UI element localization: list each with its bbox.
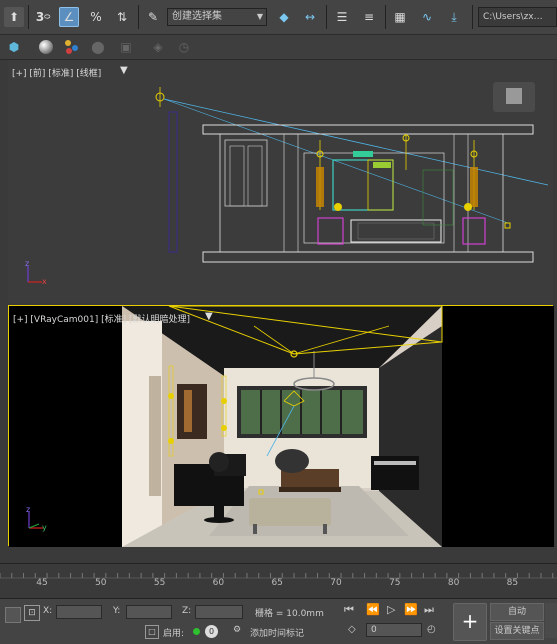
front-wireframe-drawing	[27, 82, 549, 283]
go-to-end-icon[interactable]: ⏭	[424, 603, 434, 617]
render-production-icon[interactable]: ▣	[116, 37, 136, 57]
add-time-tag-label[interactable]: 添加时间标记	[250, 626, 304, 639]
y-label: Y:	[113, 606, 121, 616]
curve-editor-icon[interactable]: ∿	[417, 7, 437, 27]
status-bar: ⊡ X: Y: Z: 栅格 = 10.0mm ⏮ ⏪ ▷ ⏩ ⏭ + 自动 设置…	[0, 598, 557, 644]
key-mode-icon[interactable]: ◇	[348, 624, 356, 635]
axis-y-label: y	[42, 523, 47, 532]
render-iterative-icon[interactable]: ◈	[148, 37, 168, 57]
time-slider[interactable]: 45 50 55 60 65 70 75 80 85	[0, 563, 557, 598]
enable-status-dot	[193, 628, 200, 635]
timeline-tick-label: 45	[36, 578, 48, 588]
project-path-text: C:\Users\zx…	[483, 12, 543, 22]
x-label: X:	[43, 606, 53, 616]
filter-icon[interactable]: ▼	[205, 311, 213, 322]
align-icon[interactable]: ↔	[300, 7, 320, 27]
enable-toggle[interactable]: 0	[205, 625, 218, 638]
selection-set-value: 创建选择集	[172, 11, 222, 22]
playback-controls: ⏮ ⏪ ▷ ⏩ ⏭	[344, 603, 444, 619]
z-coordinate-field[interactable]	[195, 605, 243, 619]
key-filter-stub[interactable]	[545, 603, 557, 638]
status-icon[interactable]	[5, 607, 21, 623]
mirror-icon[interactable]: ◆	[274, 7, 294, 27]
snap-3d-icon[interactable]: 3 ⬭	[33, 7, 53, 27]
timeline-tick-label: 80	[447, 578, 460, 588]
auto-key-label: 自动	[507, 607, 526, 617]
set-key-label: 设置关键点	[494, 626, 540, 636]
selection-set-dropdown[interactable]: 创建选择集 ▼	[167, 8, 267, 26]
timeline-tick-label: 85	[506, 578, 519, 588]
timeline-tick-label: 50	[95, 578, 107, 588]
render-active-icon[interactable]: ◷	[174, 37, 194, 57]
sphere-icon	[39, 40, 53, 54]
toggle-ribbon-icon[interactable]: ▦	[390, 7, 410, 27]
edit-named-sets-icon[interactable]: ✎	[143, 7, 163, 27]
add-key-button[interactable]: +	[453, 603, 487, 641]
render-setup-icon[interactable]	[62, 37, 82, 57]
percent-snap-icon[interactable]: %	[86, 7, 106, 27]
project-path-field[interactable]: C:\Users\zx…	[478, 7, 557, 27]
timeline-tick-label: 70	[330, 578, 342, 588]
camera-viewport[interactable]: [+] [VRayCam001] [标准] [默认明暗处理] ▼ z y	[8, 305, 554, 547]
schematic-view-icon[interactable]: ⤓	[444, 7, 464, 27]
axis-z-label: z	[26, 505, 31, 514]
auto-key-button[interactable]: 自动	[490, 603, 544, 621]
layer-explorer-icon[interactable]: ≡	[359, 7, 379, 27]
chevron-down-icon: ▼	[256, 12, 263, 21]
next-frame-icon[interactable]: ⏩	[404, 603, 418, 616]
enable-label: 启用:	[163, 629, 185, 639]
cube-icon[interactable]: ⬢	[4, 37, 24, 57]
time-config-icon[interactable]: ◴	[427, 624, 436, 635]
main-toolbar: ⬆ 3 ⬭ ∠ % ⇅ ✎ 创建选择集 ▼ ◆ ↔ ☰ ≡ ▦ ∿ ⤓ C:\Us…	[0, 0, 557, 35]
render-frame-icon[interactable]: ⬤	[88, 37, 108, 57]
timeline-tick-label: 60	[212, 578, 225, 588]
y-coordinate-field[interactable]	[126, 605, 172, 619]
lock-icon[interactable]: □	[145, 625, 159, 639]
front-viewport[interactable]: [+] [前] [标准] [线框] ▼ z x	[8, 60, 553, 302]
x-coordinate-field[interactable]	[56, 605, 102, 619]
timeline-tick-label: 65	[271, 578, 283, 588]
axis-z-label: z	[25, 259, 30, 268]
spinner-snap-icon[interactable]: ⇅	[112, 7, 132, 27]
camera-viewport-label[interactable]: [+] [VRayCam001] [标准] [默认明暗处理]	[13, 312, 190, 325]
current-frame-field[interactable]: 0	[366, 623, 422, 637]
secondary-toolbar: ⬢ ⬤ ▣ ◈ ◷	[0, 35, 557, 60]
angle-snap-icon[interactable]: ∠	[59, 7, 79, 27]
go-to-start-icon[interactable]: ⏮	[344, 603, 354, 617]
material-editor-icon[interactable]	[36, 37, 56, 57]
set-key-button[interactable]: 设置关键点	[490, 622, 544, 640]
timeline-tick-label: 75	[389, 578, 401, 588]
select-link-icon[interactable]: ⬆	[4, 7, 24, 27]
scene-explorer-icon[interactable]: ☰	[332, 7, 352, 27]
previous-frame-icon[interactable]: ⏪	[366, 603, 380, 616]
camera-render	[9, 306, 554, 547]
play-icon[interactable]: ▷	[387, 603, 395, 616]
absolute-mode-icon[interactable]: ⊡	[24, 605, 40, 621]
time-tag-icon[interactable]: ⚙	[233, 625, 241, 635]
axis-x-label: x	[42, 277, 47, 286]
current-frame-value: 0	[371, 625, 377, 635]
timeline-tick-label: 55	[153, 578, 166, 588]
grid-size-readout: 栅格 = 10.0mm	[255, 609, 324, 619]
z-label: Z:	[182, 606, 192, 616]
